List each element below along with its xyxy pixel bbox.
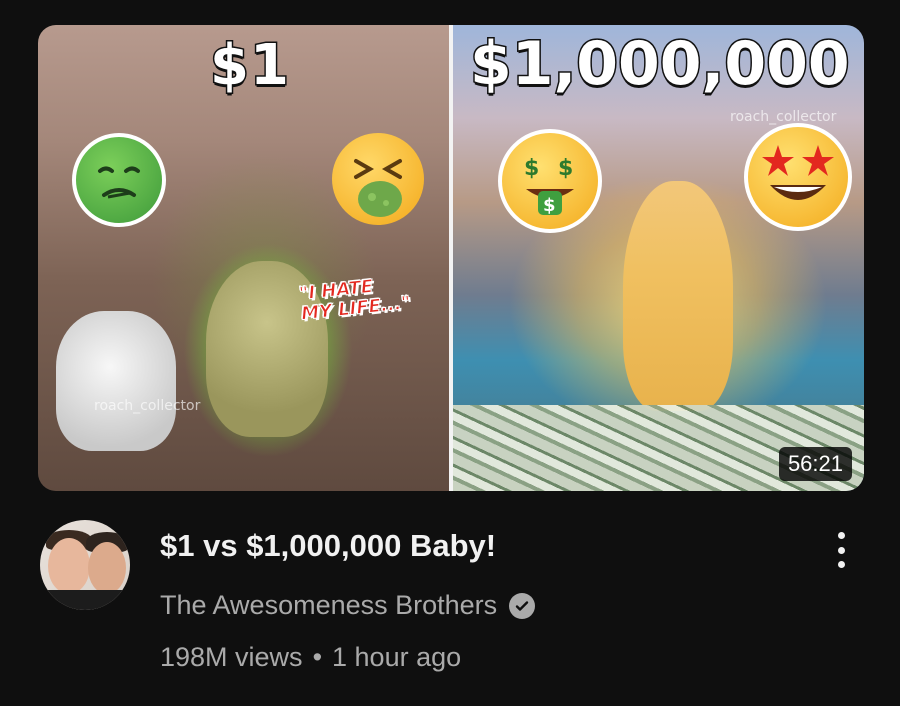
video-duration-badge: 56:21 <box>778 447 852 481</box>
baby-image <box>623 181 733 411</box>
star-struck-face-icon <box>744 123 852 231</box>
avatar-shirt <box>40 590 130 610</box>
channel-row: The Awesomeness Brothers <box>160 590 536 621</box>
svg-text:$: $ <box>543 195 556 216</box>
left-price-label: $1 <box>209 32 291 100</box>
video-meta: 198M views • 1 hour ago <box>160 642 461 673</box>
money-mouth-face-icon: $ $ $ <box>498 129 602 233</box>
video-thumbnail[interactable]: $ $ $ $1 $1,000,000 "I HATE MY LIFE..." … <box>38 25 864 491</box>
nauseated-face-icon <box>72 133 166 227</box>
verified-check-icon <box>509 592 536 619</box>
watermark-right: roach_collector <box>730 109 837 125</box>
more-options-icon[interactable] <box>826 528 856 572</box>
video-title[interactable]: $1 vs $1,000,000 Baby! <box>160 528 496 564</box>
menu-dot <box>837 532 845 539</box>
avatar-face-left <box>48 538 90 594</box>
trash-bag-image <box>56 311 176 451</box>
menu-dot <box>837 561 845 568</box>
vomiting-face-icon <box>332 133 424 225</box>
view-count: 198M views <box>160 642 303 672</box>
watermark-left: roach_collector <box>94 398 201 414</box>
svg-text:$: $ <box>558 156 573 181</box>
youtube-feed-screen: $ $ $ $1 $1,000,000 "I HATE MY LIFE..." … <box>0 0 900 706</box>
svg-text:$: $ <box>524 156 539 181</box>
avatar-face-right <box>88 542 126 594</box>
channel-name[interactable]: The Awesomeness Brothers <box>160 590 497 621</box>
meta-separator: • <box>312 642 323 672</box>
upload-age: 1 hour ago <box>332 642 462 672</box>
right-price-label: $1,000,000 <box>469 28 852 101</box>
channel-avatar[interactable] <box>40 520 130 610</box>
menu-dot <box>837 546 845 554</box>
